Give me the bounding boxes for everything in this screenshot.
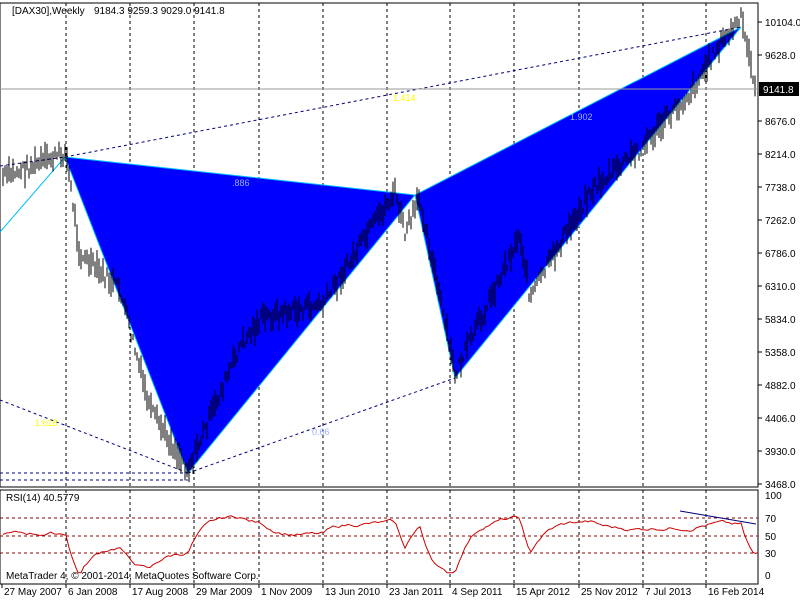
- rsi-label: RSI(14) 40.5779: [6, 493, 80, 504]
- time-tick-label: 6 Jan 2008: [68, 587, 118, 598]
- time-tick-label: 16 Feb 2014: [708, 587, 765, 598]
- rsi-axis-70: 70: [765, 514, 777, 525]
- time-tick-label: 25 Nov 2012: [581, 587, 638, 598]
- price-badge-label: 9141.8: [763, 85, 794, 96]
- time-tick-label: 29 Mar 2009: [196, 587, 253, 598]
- mt4-chart-window: .886 1.414 1.902 1.618 0.66 [DAX30],Week…: [0, 0, 800, 600]
- time-tick-label: 17 Aug 2008: [132, 587, 189, 598]
- time-tick-label: 15 Apr 2012: [516, 587, 570, 598]
- ratio-label: .886: [232, 178, 250, 188]
- time-axis[interactable]: 27 May 2007 6 Jan 2008 17 Aug 2008 29 Mar 2…: [1, 584, 765, 598]
- time-tick-label: 13 Jun 2010: [325, 587, 380, 598]
- price-tick-label: 5358.0: [765, 348, 796, 359]
- ratio-label: 1.902: [570, 112, 593, 122]
- price-tick-label: 8676.0: [765, 117, 796, 128]
- time-tick-label: 1 Nov 2009: [261, 587, 313, 598]
- copyright-label: MetaTrader 4, © 2001-2014, MetaQuotes So…: [6, 571, 259, 582]
- ratio-label: 1.414: [393, 93, 416, 103]
- price-tick-label: 3930.0: [765, 447, 796, 458]
- price-tick-label: 10104.0: [765, 18, 800, 29]
- chart-symbol-label: [DAX30],Weekly: [12, 6, 85, 17]
- price-tick-label: 9628.0: [765, 51, 796, 62]
- time-tick-label: 7 Jul 2013: [645, 587, 692, 598]
- rsi-axis-0: 0: [765, 571, 771, 582]
- price-tick-label: 6310.0: [765, 282, 796, 293]
- price-tick-label: 7262.0: [765, 216, 796, 227]
- ratio-label: 1.618: [35, 418, 58, 428]
- time-tick-label: 23 Jan 2011: [389, 587, 444, 598]
- time-tick-label: 4 Sep 2011: [452, 587, 503, 598]
- rsi-pane-frame: [0, 489, 759, 585]
- rsi-axis-30: 30: [765, 549, 777, 560]
- rsi-axis-100: 100: [765, 491, 782, 502]
- price-tick-label: 5834.0: [765, 315, 796, 326]
- price-tick-label: 4406.0: [765, 414, 796, 425]
- price-tick-label: 7738.0: [765, 183, 796, 194]
- price-tick-label: 8214.0: [765, 150, 796, 161]
- rsi-axis-50: 50: [765, 532, 777, 543]
- ratio-label: 0.66: [312, 427, 330, 437]
- price-tick-label: 4882.0: [765, 381, 796, 392]
- time-tick-label: 27 May 2007: [4, 587, 62, 598]
- price-tick-label: 6786.0: [765, 249, 796, 260]
- chart-ohlc-label: 9184.3 9259.3 9029.0 9141.8: [94, 6, 225, 17]
- price-tick-label: 3468.0: [765, 480, 796, 491]
- chart-canvas[interactable]: .886 1.414 1.902 1.618 0.66 [DAX30],Week…: [0, 0, 800, 600]
